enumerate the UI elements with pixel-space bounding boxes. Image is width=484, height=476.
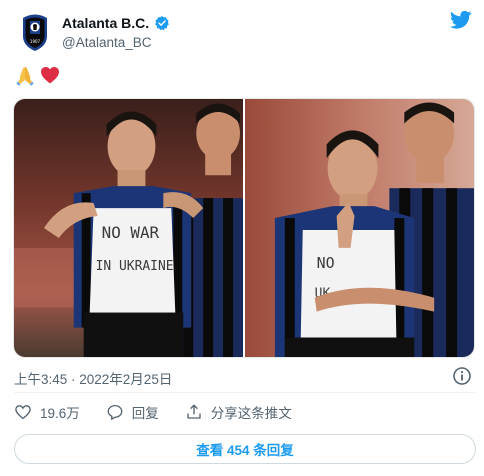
tweet-timestamp[interactable]: 上午3:45 · 2022年2月25日 xyxy=(14,368,172,388)
reply-button[interactable]: 回复 xyxy=(106,402,159,422)
heart-icon xyxy=(15,405,31,420)
tweet-header: 1907 Atalanta B.C. @Atalanta_BC xyxy=(14,8,476,56)
share-button[interactable]: 分享这条推文 xyxy=(185,402,292,422)
info-icon[interactable] xyxy=(452,366,472,386)
tweet-photo-1[interactable]: NO WAR IN UKRAINE xyxy=(14,99,243,357)
user-handle[interactable]: @Atalanta_BC xyxy=(62,35,170,50)
share-icon xyxy=(187,404,201,419)
svg-text:1907: 1907 xyxy=(30,39,41,44)
tweet-text xyxy=(14,64,61,86)
folded-hands-icon xyxy=(16,67,34,86)
red-heart-icon xyxy=(41,67,59,84)
twitter-logo-icon[interactable] xyxy=(450,10,472,30)
reply-icon xyxy=(107,404,123,420)
tweet-author[interactable]: Atalanta B.C. @Atalanta_BC xyxy=(62,14,170,50)
atalanta-crest-avatar[interactable]: 1907 xyxy=(20,12,50,52)
tweet-media[interactable]: NO WAR IN UKRAINE NO UK xyxy=(13,98,475,358)
verified-badge-icon xyxy=(155,16,169,31)
photo-player-shirt-message: NO WAR IN UKRAINE xyxy=(14,99,243,357)
tweet-photo-2[interactable]: NO UK xyxy=(245,99,474,357)
share-label: 分享这条推文 xyxy=(210,406,292,421)
reply-label: 回复 xyxy=(131,406,159,421)
divider xyxy=(14,392,476,393)
shirt-text-line-1b: NO xyxy=(317,254,335,272)
view-replies-button[interactable]: 查看 454 条回复 xyxy=(14,434,476,464)
photo-player-praying: NO UK xyxy=(245,99,474,357)
display-name[interactable]: Atalanta B.C. xyxy=(62,15,149,31)
shirt-text-line-2: IN UKRAINE xyxy=(96,259,174,274)
like-count: 19.6万 xyxy=(40,406,80,421)
display-name-row: Atalanta B.C. xyxy=(62,14,170,32)
tweet-actions: 19.6万 回复 分享这条推文 xyxy=(14,398,476,426)
like-button[interactable]: 19.6万 xyxy=(14,402,80,422)
shirt-text-line-1: NO WAR xyxy=(102,223,160,242)
